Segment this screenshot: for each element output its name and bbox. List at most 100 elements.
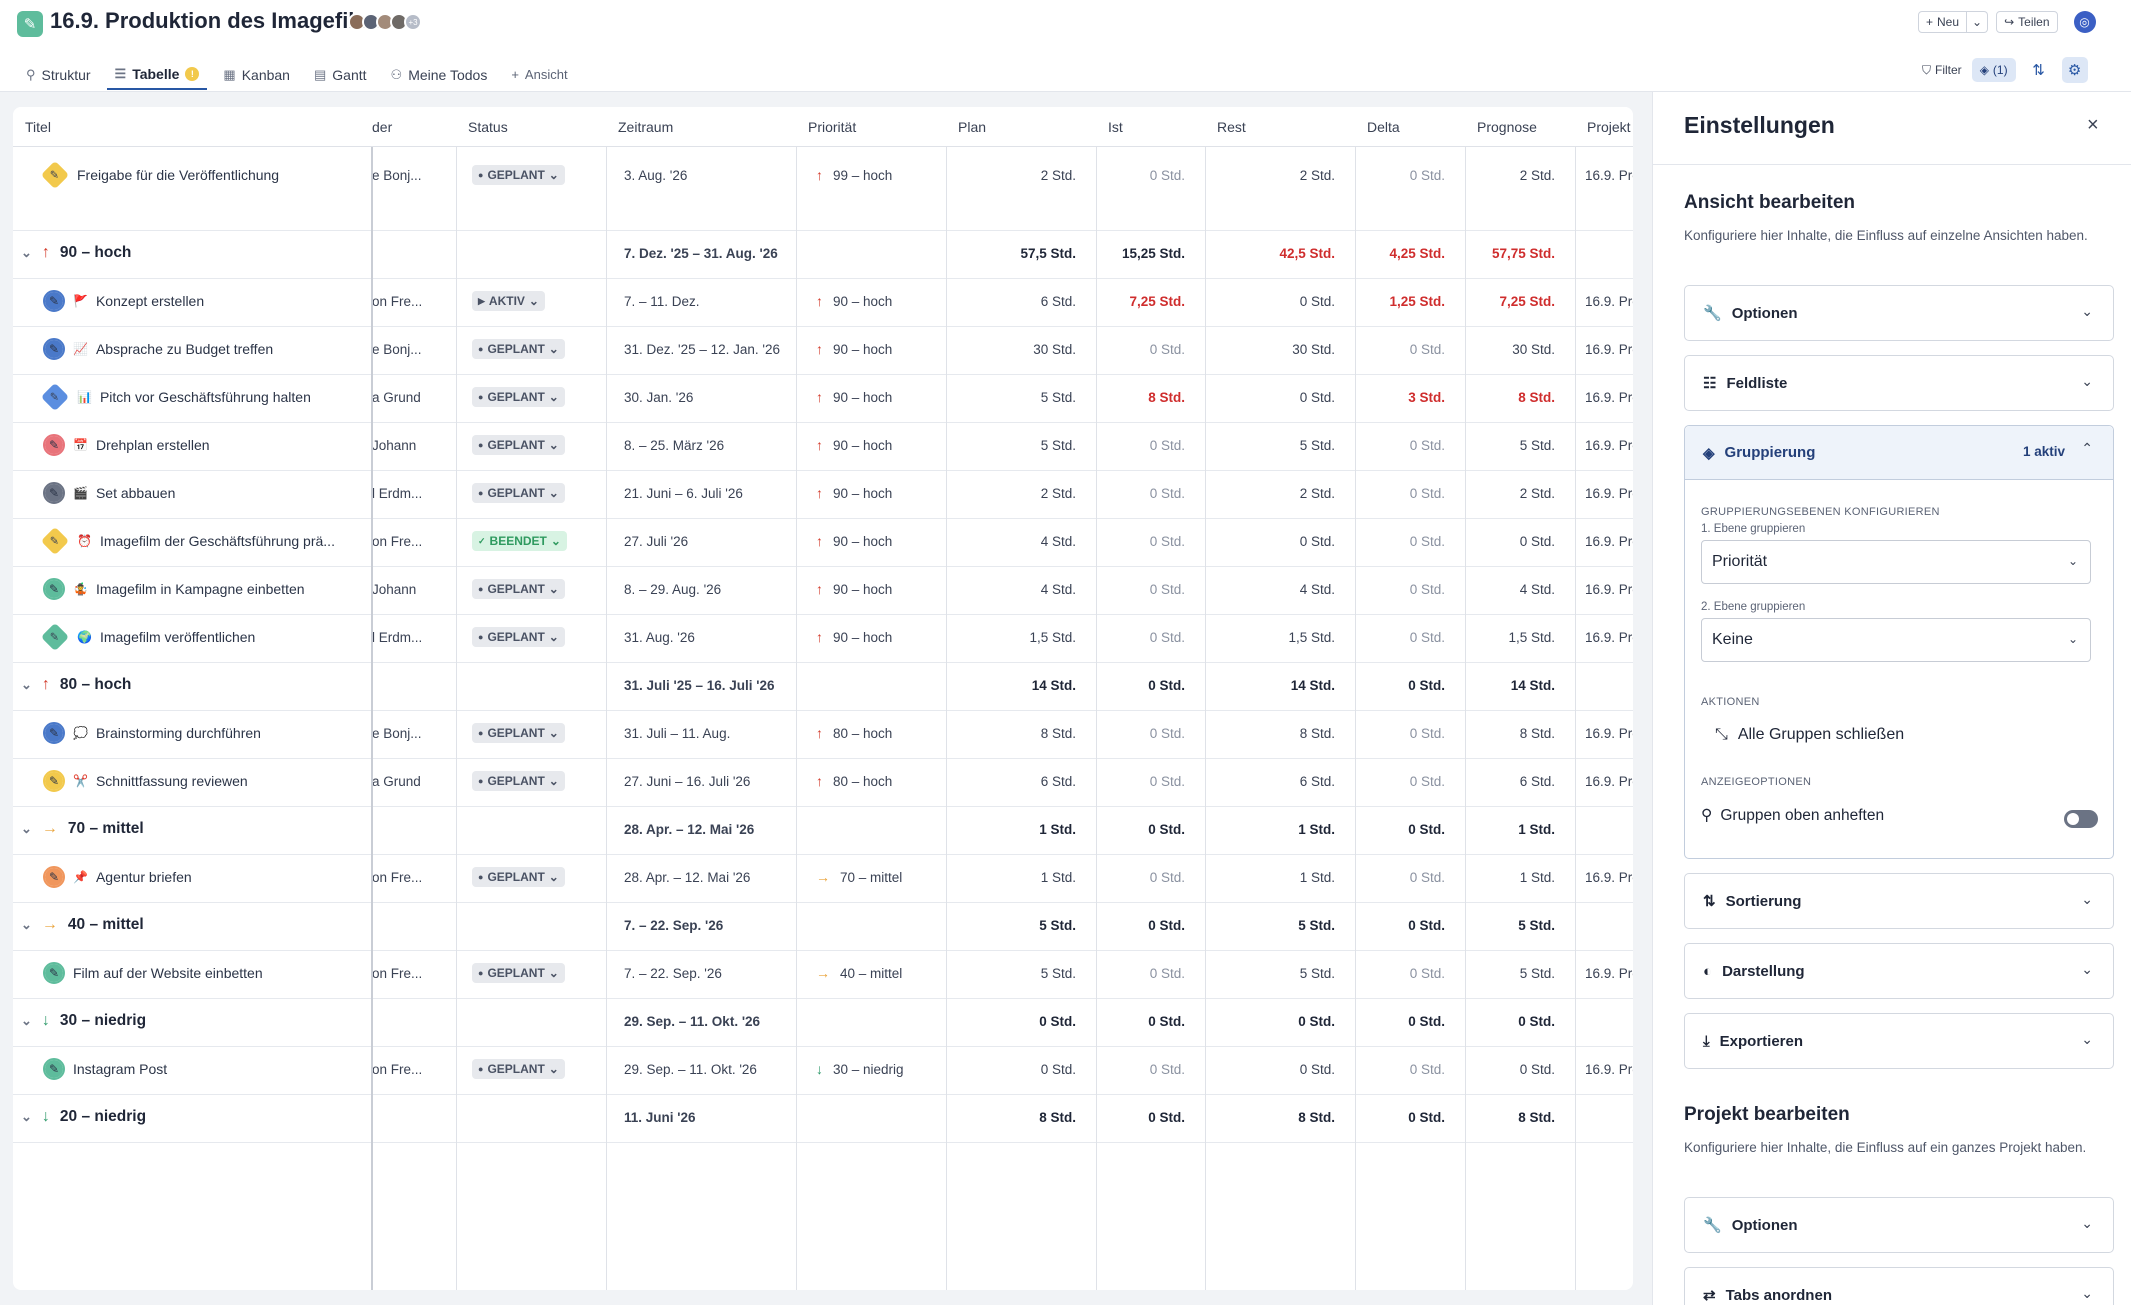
status-badge[interactable]: ● GEPLANT ⌄ xyxy=(472,627,565,647)
task-title[interactable]: Brainstorming durchführen xyxy=(96,725,261,741)
task-title[interactable]: Drehplan erstellen xyxy=(96,437,210,453)
chevron-down-icon[interactable]: ⌄ xyxy=(21,917,32,933)
status-badge[interactable]: ● GEPLANT ⌄ xyxy=(472,339,565,359)
chevron-down-icon[interactable]: ⌄ xyxy=(21,821,32,837)
add-view-button[interactable]: + Ansicht xyxy=(503,52,575,90)
table-row[interactable]: ✎ Instagram Post on Fre... ● GEPLANT ⌄ 29. Sep… xyxy=(13,1047,1633,1095)
table-row[interactable]: ✎ ✂️ Schnittfassung reviewen a Grund ● GEPLAN… xyxy=(13,759,1633,807)
col-delta[interactable]: Delta xyxy=(1355,107,1465,147)
filter-button[interactable]: ⛉ Filter xyxy=(1922,63,1962,78)
tab-gantt[interactable]: ▤ Gantt xyxy=(306,52,375,90)
palette-icon: ◐ xyxy=(1703,962,1713,980)
group-row[interactable]: ⌄ → 70 – mittel 28. Apr. – 12. Mai '26 1 Std… xyxy=(13,807,1633,855)
pin-groups-toggle[interactable] xyxy=(2064,810,2098,828)
table-row[interactable]: ✎ 📌 Agentur briefen on Fre... ● GEPLANT ⌄ 28. A… xyxy=(13,855,1633,903)
download-icon: ⤓ xyxy=(1703,1032,1710,1050)
section-tabs-anordnen[interactable]: ⇄ Tabs anordnen ⌄ xyxy=(1684,1267,2114,1305)
status-badge[interactable]: ● GEPLANT ⌄ xyxy=(472,771,565,791)
table-row[interactable]: ✎ 🌍 Imagefilm veröffentlichen l Erdm... ● GEP… xyxy=(13,615,1633,663)
avatar-more[interactable]: +3 xyxy=(404,13,422,31)
section-feldliste[interactable]: ☷ Feldliste ⌄ xyxy=(1684,355,2114,411)
table-row[interactable]: ✎ ⏰ Imagefilm der Geschäftsführung prä... o… xyxy=(13,519,1633,567)
new-dropdown-button[interactable]: ⌄ xyxy=(1967,11,1989,33)
table-row[interactable]: ✎ 📊 Pitch vor Geschäftsführung halten a Gru… xyxy=(13,375,1633,423)
group-row[interactable]: ⌄ ↓ 30 – niedrig 29. Sep. – 11. Okt. '26 0 S… xyxy=(13,999,1633,1047)
table-row[interactable]: ✎ 💭 Brainstorming durchführen e Bonj... ● GEP… xyxy=(13,711,1633,759)
chevron-down-icon[interactable]: ⌄ xyxy=(21,1013,32,1029)
table-row[interactable]: ✎ Freigabe für die Veröffentlichung e Bonj… xyxy=(13,153,1633,231)
chevron-down-icon[interactable]: ⌄ xyxy=(21,677,32,693)
task-title[interactable]: Imagefilm in Kampagne einbetten xyxy=(96,581,305,597)
status-badge[interactable]: ✓ BEENDET ⌄ xyxy=(472,531,567,551)
task-title[interactable]: Absprache zu Budget treffen xyxy=(96,341,273,357)
status-badge[interactable]: ● GEPLANT ⌄ xyxy=(472,723,565,743)
tab-struktur[interactable]: ⚲ Struktur xyxy=(18,52,99,90)
section-exportieren[interactable]: ⤓ Exportieren ⌄ xyxy=(1684,1013,2114,1069)
member-avatars[interactable]: +3 xyxy=(348,13,422,31)
status-badge[interactable]: ● GEPLANT ⌄ xyxy=(472,165,565,185)
section-optionen[interactable]: 🔧 Optionen ⌄ xyxy=(1684,285,2114,341)
task-title[interactable]: Set abbauen xyxy=(96,485,175,501)
share-button[interactable]: ↪ Teilen xyxy=(1996,11,2058,33)
level1-select[interactable]: Priorität ⌄ xyxy=(1701,540,2091,584)
status-badge[interactable]: ● GEPLANT ⌄ xyxy=(472,435,565,455)
status-badge[interactable]: ▶ AKTIV ⌄ xyxy=(472,291,545,311)
group-row[interactable]: ⌄ → 40 – mittel 7. – 22. Sep. '26 5 Std. 0 St… xyxy=(13,903,1633,951)
status-badge[interactable]: ● GEPLANT ⌄ xyxy=(472,387,565,407)
section-project-optionen[interactable]: 🔧 Optionen ⌄ xyxy=(1684,1197,2114,1253)
new-button[interactable]: + Neu xyxy=(1918,11,1968,33)
sort-button[interactable]: ⇅ xyxy=(2026,57,2052,83)
collapse-all-button[interactable]: ⤡ Alle Gruppen schließen xyxy=(1715,726,1904,744)
field-list-icon: ☷ xyxy=(1703,375,1717,392)
task-title[interactable]: Schnittfassung reviewen xyxy=(96,773,248,789)
col-plan[interactable]: Plan xyxy=(946,107,1096,147)
task-title[interactable]: Instagram Post xyxy=(73,1061,167,1077)
section-sortierung[interactable]: ⇅ Sortierung ⌄ xyxy=(1684,873,2114,929)
task-title[interactable]: Imagefilm der Geschäftsführung prä... xyxy=(100,533,335,549)
col-titel[interactable]: Titel xyxy=(13,107,373,147)
task-title[interactable]: Pitch vor Geschäftsführung halten xyxy=(100,389,311,405)
task-title[interactable]: Imagefilm veröffentlichen xyxy=(100,629,255,645)
close-icon[interactable]: × xyxy=(2087,114,2099,137)
task-title[interactable]: Konzept erstellen xyxy=(96,293,204,309)
col-owner[interactable]: der xyxy=(372,107,456,147)
status-badge[interactable]: ● GEPLANT ⌄ xyxy=(472,483,565,503)
group-row[interactable]: ⌄ ↑ 90 – hoch 7. Dez. '25 – 31. Aug. '26 57,… xyxy=(13,231,1633,279)
rest-cell: 1 Std. xyxy=(1299,869,1335,885)
status-badge[interactable]: ● GEPLANT ⌄ xyxy=(472,867,565,887)
col-zeitraum[interactable]: Zeitraum xyxy=(606,107,796,147)
task-title[interactable]: Freigabe für die Veröffentlichung xyxy=(77,167,279,183)
group-row[interactable]: ⌄ ↓ 20 – niedrig 11. Juni '26 8 Std. 0 Std. 8 … xyxy=(13,1095,1633,1143)
tab-meine-todos[interactable]: ⚇ Meine Todos xyxy=(383,52,496,90)
table-row[interactable]: ✎ 🚩 Konzept erstellen on Fre... ▶ AKTIV ⌄ 7. – … xyxy=(13,279,1633,327)
user-avatar[interactable]: ◎ xyxy=(2073,11,2096,33)
status-badge[interactable]: ● GEPLANT ⌄ xyxy=(472,963,565,983)
table-row[interactable]: ✎ 📈 Absprache zu Budget treffen e Bonj... ● G… xyxy=(13,327,1633,375)
settings-button[interactable]: ⚙ xyxy=(2061,57,2088,83)
table-row[interactable]: ✎ 🎬 Set abbauen l Erdm... ● GEPLANT ⌄ 21. Juni … xyxy=(13,471,1633,519)
col-divider xyxy=(1355,107,1356,1290)
task-title[interactable]: Film auf der Website einbetten xyxy=(73,965,263,981)
status-badge[interactable]: ● GEPLANT ⌄ xyxy=(472,579,565,599)
table-row[interactable]: ✎ 🤹 Imagefilm in Kampagne einbetten Johann ●… xyxy=(13,567,1633,615)
col-ist[interactable]: Ist xyxy=(1096,107,1205,147)
col-status[interactable]: Status xyxy=(456,107,606,147)
group-zeitraum: 29. Sep. – 11. Okt. '26 xyxy=(624,1013,761,1029)
tab-tabelle[interactable]: ☰ Tabelle! xyxy=(106,52,208,90)
tab-kanban[interactable]: ▦ Kanban xyxy=(215,52,298,90)
task-title[interactable]: Agentur briefen xyxy=(96,869,192,885)
col-prognose[interactable]: Prognose xyxy=(1465,107,1575,147)
chevron-down-icon[interactable]: ⌄ xyxy=(21,245,32,261)
chevron-down-icon[interactable]: ⌄ xyxy=(21,1109,32,1125)
table-row[interactable]: ✎ Film auf der Website einbetten on Fre...… xyxy=(13,951,1633,999)
level2-select[interactable]: Keine ⌄ xyxy=(1701,618,2091,662)
col-rest[interactable]: Rest xyxy=(1205,107,1355,147)
table-row[interactable]: ✎ 📅 Drehplan erstellen Johann ● GEPLANT ⌄ 8. – … xyxy=(13,423,1633,471)
section-darstellung[interactable]: ◐ Darstellung ⌄ xyxy=(1684,943,2114,999)
project-cell: 16.9. Pro xyxy=(1585,1061,1633,1077)
group-row[interactable]: ⌄ ↑ 80 – hoch 31. Juli '25 – 16. Juli '26 14… xyxy=(13,663,1633,711)
grouping-button[interactable]: ◈ (1) xyxy=(1971,58,2016,82)
status-badge[interactable]: ● GEPLANT ⌄ xyxy=(472,1059,565,1079)
col-projekt[interactable]: Projekt xyxy=(1575,107,1633,147)
col-prioritaet[interactable]: Priorität xyxy=(796,107,946,147)
